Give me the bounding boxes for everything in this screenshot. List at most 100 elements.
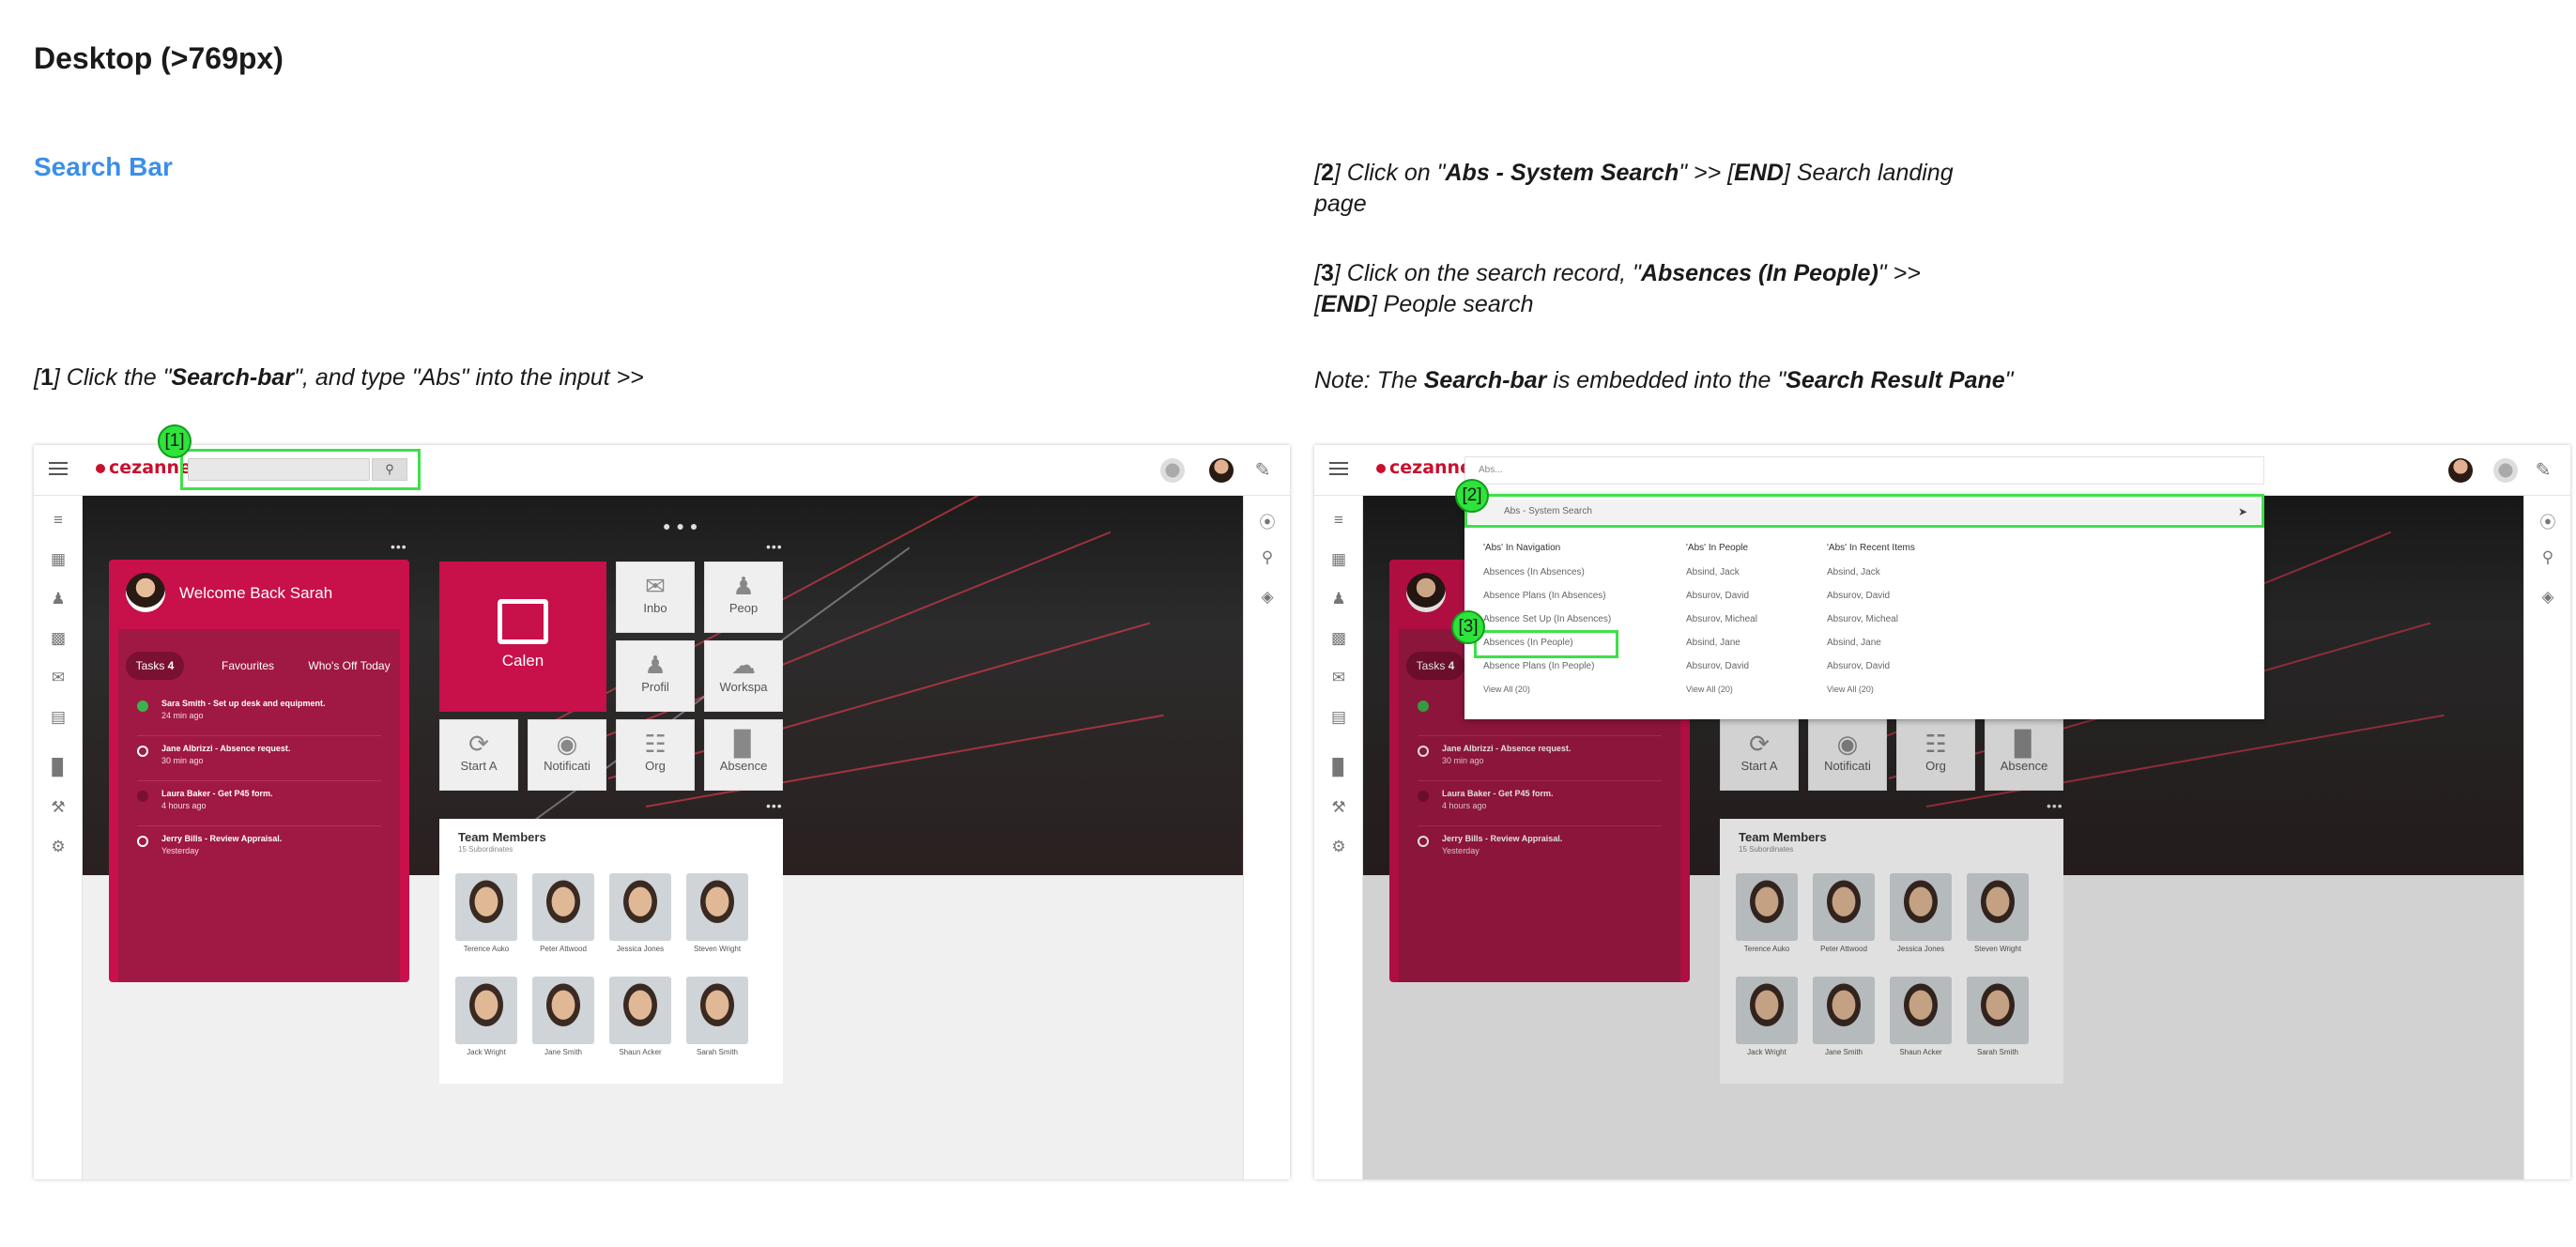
inbox-tile[interactable]: ✉ Inbo xyxy=(616,562,695,633)
team-member[interactable]: Jane Smith xyxy=(531,977,595,1056)
tasks-icon[interactable]: ≡ xyxy=(1326,511,1351,530)
team-member[interactable]: Terence Auko xyxy=(454,873,518,953)
absence-tile[interactable]: ▉ Absence xyxy=(704,719,783,791)
wrench-icon[interactable]: ⚒ xyxy=(1326,798,1351,817)
building-icon[interactable]: ▩ xyxy=(1326,629,1351,648)
right-sidebar: ⦿ ⚲ ◈ xyxy=(1243,496,1290,1179)
gear-icon[interactable]: ⚙ xyxy=(46,838,70,856)
people-tile[interactable]: ♟ Peop xyxy=(704,562,783,633)
compass-icon[interactable]: ⦿ xyxy=(2536,509,2560,532)
search-bar-highlight xyxy=(180,449,421,490)
people-result[interactable]: Absind, Jack xyxy=(1686,567,1740,577)
team-member[interactable]: Jack Wright xyxy=(454,977,518,1056)
people-result[interactable]: Absind, Jane xyxy=(1686,638,1740,648)
team-member[interactable]: Sarah Smith xyxy=(685,977,749,1056)
team-member[interactable]: Jessica Jones xyxy=(608,873,672,953)
welcome-title: Welcome Back Sarah xyxy=(179,584,333,602)
page-title: Desktop (>769px) xyxy=(34,41,284,75)
compose-icon[interactable]: ✎ xyxy=(1250,458,1275,482)
gear-icon[interactable]: ⚙ xyxy=(1326,838,1351,856)
view-all-link[interactable]: View All (20) xyxy=(1686,685,1733,694)
org-tile[interactable]: ☷ Org xyxy=(616,719,695,791)
wrench-icon[interactable]: ⚒ xyxy=(46,798,70,817)
start-tile[interactable]: ⟳ Start A xyxy=(439,719,518,791)
calendar-icon[interactable]: ▦ xyxy=(1326,550,1351,569)
tab-tasks[interactable]: Tasks 4 xyxy=(126,652,184,680)
view-all-link[interactable]: View All (20) xyxy=(1483,685,1530,694)
people-result[interactable]: Absurov, Micheal xyxy=(1686,614,1757,624)
zoom-icon[interactable]: ⚲ xyxy=(1255,548,1280,567)
chart-icon[interactable]: ▉ xyxy=(1326,759,1351,777)
compass-icon[interactable]: ⦿ xyxy=(1255,509,1280,532)
search-result-pane: Abs - System Search ➤ 'Abs' In Navigation… xyxy=(1464,494,2264,719)
notification-icon[interactable] xyxy=(2493,458,2518,483)
team-card: Team Members 15 Subordinates Terence Auk… xyxy=(439,819,783,1084)
view-all-link[interactable]: View All (20) xyxy=(1827,685,1874,694)
absences-in-people-highlight xyxy=(1474,630,1618,658)
nav-results-heading: 'Abs' In Navigation xyxy=(1483,543,1561,553)
task-row[interactable]: Jerry Bills - Review Appraisal. Yesterday xyxy=(137,830,381,871)
tab-favourites[interactable]: Favourites xyxy=(210,652,285,680)
team-member[interactable]: Shaun Acker xyxy=(608,977,672,1056)
avatar[interactable] xyxy=(2448,458,2473,483)
layers-icon[interactable]: ◈ xyxy=(2536,588,2560,607)
callout-1: [1] xyxy=(158,424,192,458)
note: Note: The Search-bar is embedded into th… xyxy=(1314,367,2014,393)
contact-icon[interactable]: ▤ xyxy=(1326,708,1351,727)
chart-icon[interactable]: ▉ xyxy=(46,759,70,777)
notifications-tile[interactable]: ◉ Notificati xyxy=(528,719,606,791)
team-member[interactable]: Steven Wright xyxy=(685,873,749,953)
instruction-1: [1] Click the "Search-bar", and type "Ab… xyxy=(34,364,644,391)
layers-icon[interactable]: ◈ xyxy=(1255,588,1280,607)
avatar[interactable] xyxy=(1209,458,1234,483)
recent-result[interactable]: Absind, Jack xyxy=(1827,567,1880,577)
task-row[interactable]: Jane Albrizzi - Absence request. 30 min a… xyxy=(137,740,381,781)
people-icon[interactable]: ♟ xyxy=(46,590,70,608)
recent-result[interactable]: Absurov, David xyxy=(1827,591,1890,601)
menu-icon[interactable] xyxy=(49,462,68,464)
workspace-tile[interactable]: ☁ Workspa xyxy=(704,640,783,712)
callout-3: [3] xyxy=(1451,610,1485,644)
compose-icon[interactable]: ✎ xyxy=(2531,458,2555,482)
calendar-icon[interactable]: ▦ xyxy=(46,550,70,569)
nav-result[interactable]: Absence Plans (In Absences) xyxy=(1483,591,1606,601)
recent-result[interactable]: Absurov, David xyxy=(1827,661,1890,671)
notification-icon[interactable] xyxy=(1160,458,1185,483)
contact-icon[interactable]: ▤ xyxy=(46,708,70,727)
system-search-highlight xyxy=(1464,494,2264,528)
menu-icon[interactable] xyxy=(1329,462,1348,464)
more-icon[interactable]: ••• xyxy=(766,539,783,554)
nav-result[interactable]: Absences (In Absences) xyxy=(1483,567,1585,577)
more-icon[interactable]: ••• xyxy=(766,798,783,813)
screenshot-step-2: cezanne Abs... ✎ ≡ ▦ ♟ ▩ ✉ ▤ ▉ ⚒ ⚙ ⦿ ⚲ ◈… xyxy=(1314,445,2570,1179)
profile-tile[interactable]: ♟ Profil xyxy=(616,640,695,712)
chat-icon[interactable]: ✉ xyxy=(1326,669,1351,687)
nav-result[interactable]: Absence Plans (In People) xyxy=(1483,661,1594,671)
team-subtitle: 15 Subordinates xyxy=(458,845,514,854)
recent-results-heading: 'Abs' In Recent Items xyxy=(1827,543,1915,553)
recent-result[interactable]: Absurov, Micheal xyxy=(1827,614,1898,624)
building-icon[interactable]: ▩ xyxy=(46,629,70,648)
welcome-tabs: Tasks 4 Favourites Who's Off Today xyxy=(126,652,392,680)
more-icon[interactable]: ••• xyxy=(391,539,407,554)
task-row[interactable]: Laura Baker - Get P45 form. 4 hours ago xyxy=(137,785,381,826)
carousel-dots[interactable]: ●●● xyxy=(663,518,703,533)
left-sidebar: ≡ ▦ ♟ ▩ ✉ ▤ ▉ ⚒ ⚙ xyxy=(34,496,83,1179)
team-member[interactable]: Peter Attwood xyxy=(531,873,595,953)
welcome-card: Welcome Back Sarah Tasks 4 Favourites Wh… xyxy=(109,560,409,982)
people-result[interactable]: Absurov, David xyxy=(1686,661,1749,671)
people-icon[interactable]: ♟ xyxy=(1326,590,1351,608)
nav-result[interactable]: Absence Set Up (In Absences) xyxy=(1483,614,1611,624)
tab-whos-off[interactable]: Who's Off Today xyxy=(302,652,396,680)
calendar-tile[interactable]: Calen xyxy=(439,562,606,712)
search-input[interactable]: Abs... xyxy=(1464,456,2264,485)
people-results-heading: 'Abs' In People xyxy=(1686,543,1749,553)
people-result[interactable]: Absurov, David xyxy=(1686,591,1749,601)
top-bar: cezanne Abs... ✎ xyxy=(1314,445,2570,496)
chat-icon[interactable]: ✉ xyxy=(46,669,70,687)
tasks-icon[interactable]: ≡ xyxy=(46,511,70,530)
zoom-icon[interactable]: ⚲ xyxy=(2536,548,2560,567)
recent-result[interactable]: Absind, Jane xyxy=(1827,638,1881,648)
right-sidebar: ⦿ ⚲ ◈ xyxy=(2523,496,2570,1179)
task-row[interactable]: Sara Smith - Set up desk and equipment. 2… xyxy=(137,695,381,736)
